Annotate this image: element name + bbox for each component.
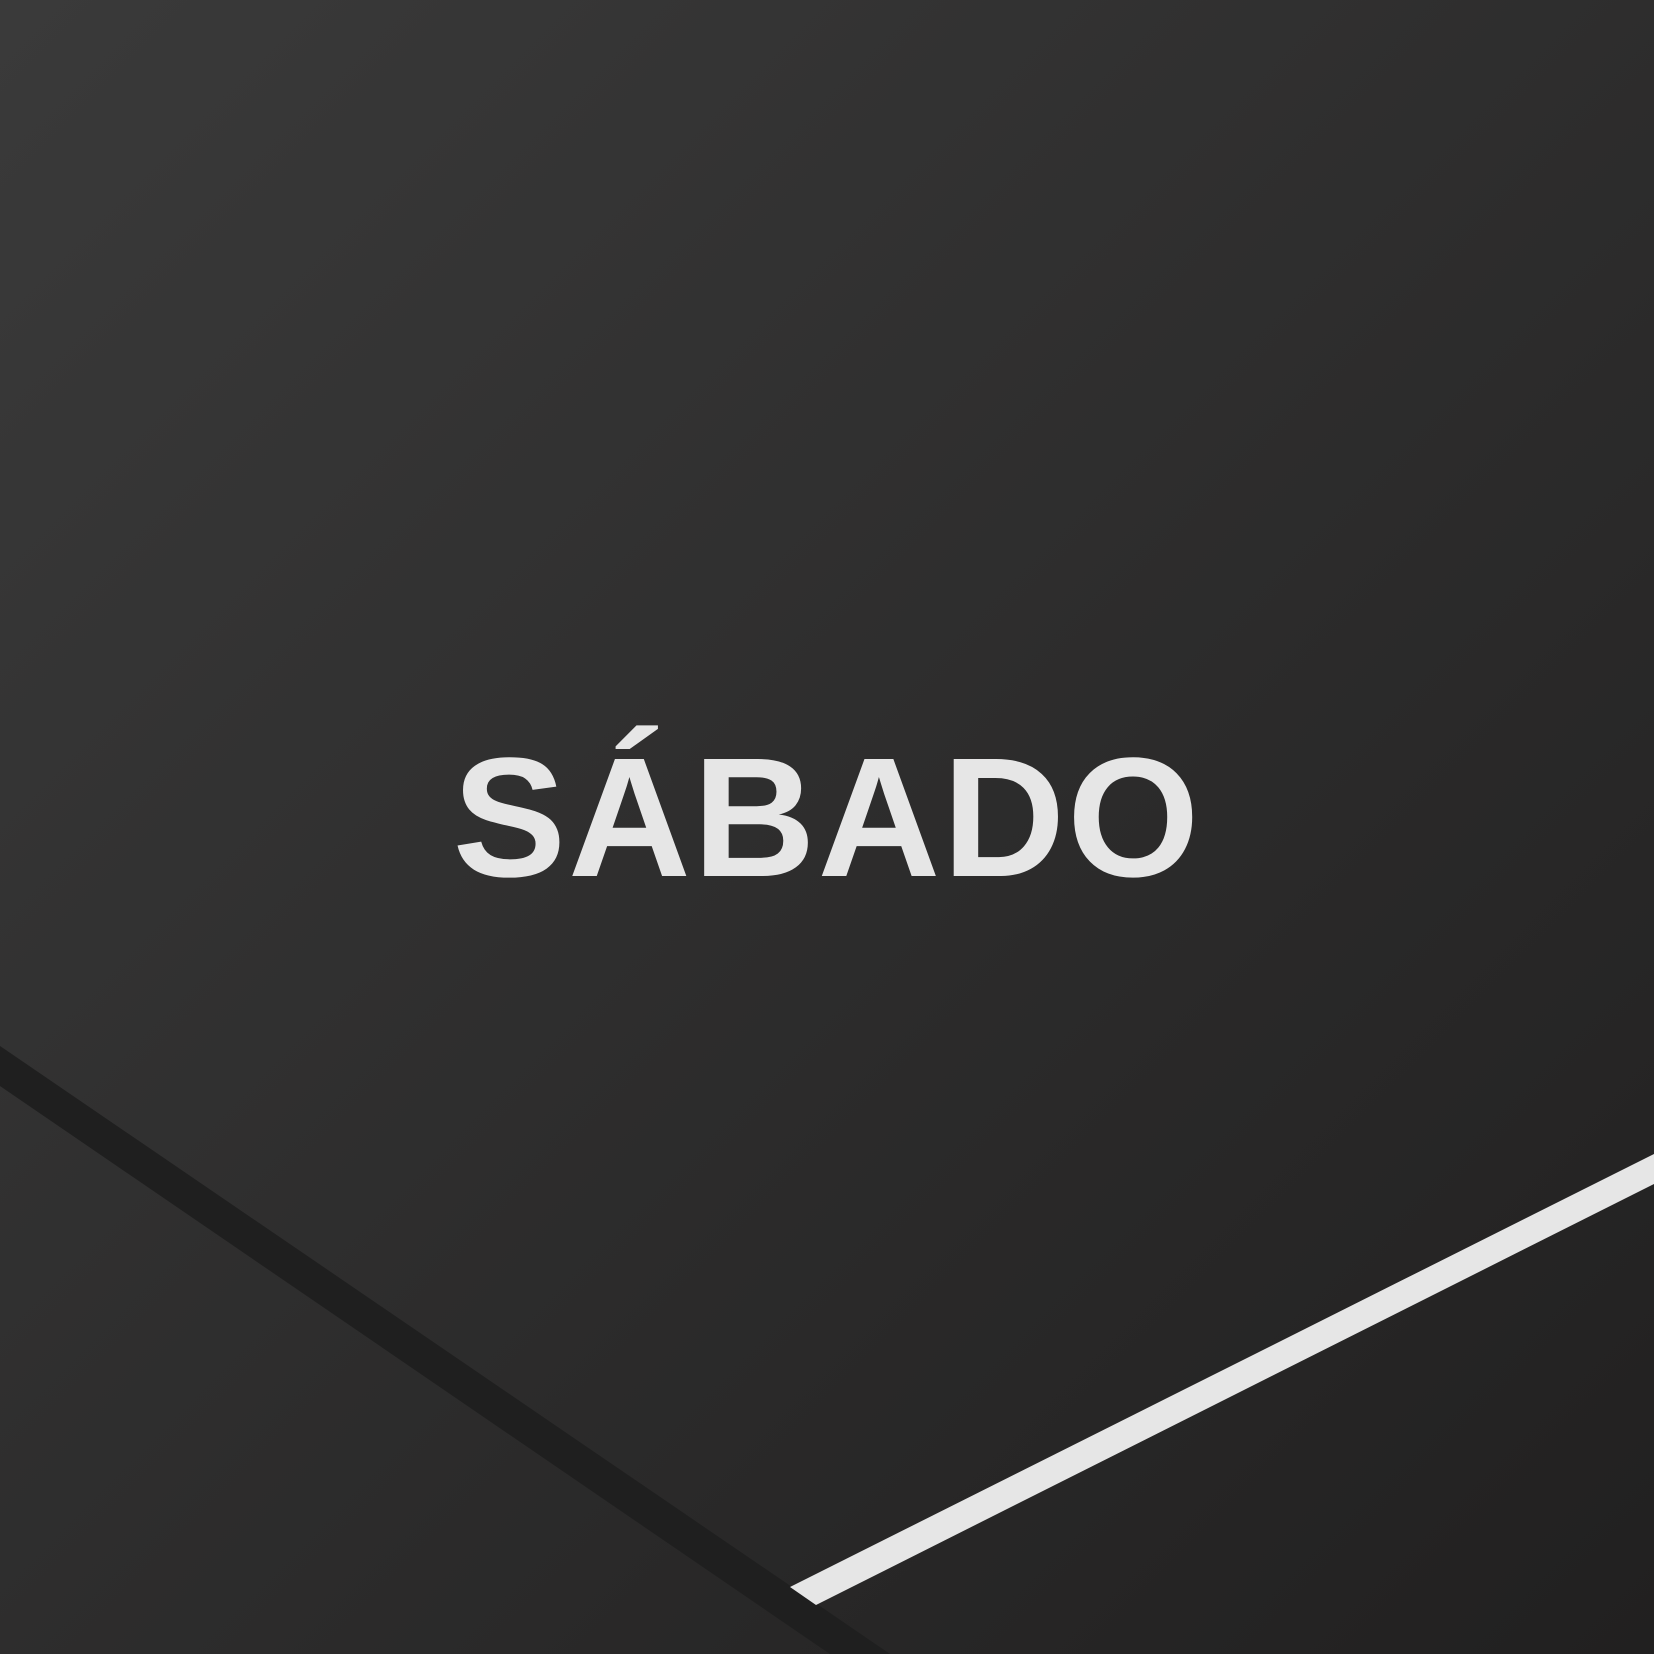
day-title: SÁBADO bbox=[452, 723, 1202, 913]
dark-diagonal-stripe bbox=[0, 1046, 890, 1654]
poster-canvas: SÁBADO bbox=[0, 0, 1654, 1654]
light-diagonal-stripe bbox=[790, 1154, 1654, 1605]
